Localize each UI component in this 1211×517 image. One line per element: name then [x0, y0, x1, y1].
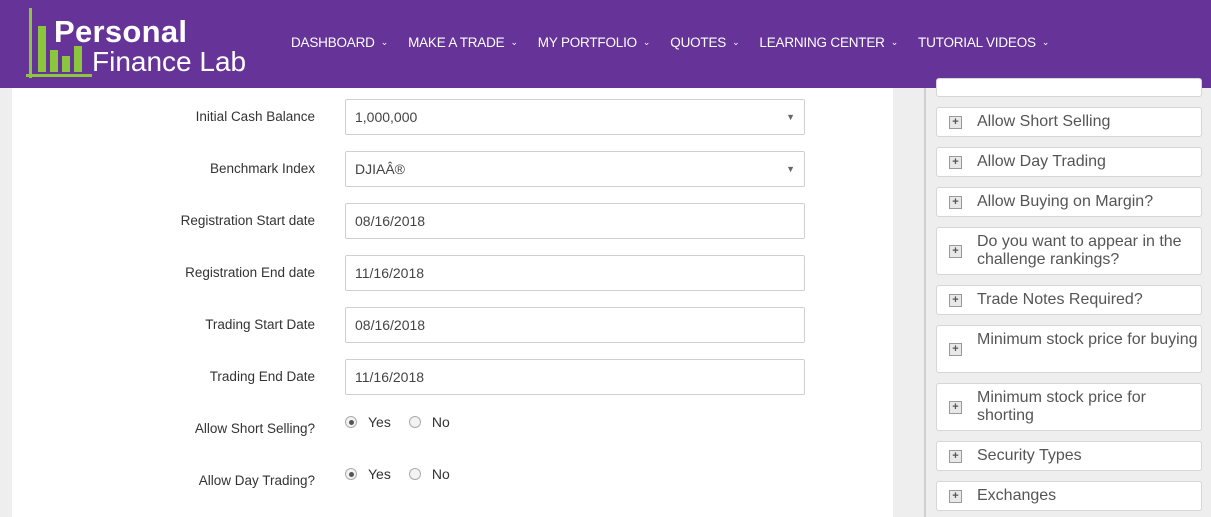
- benchmark-index-select[interactable]: DJIAÂ® ▼: [345, 151, 805, 187]
- short-selling-no-label[interactable]: No: [432, 414, 450, 430]
- nav-my-portfolio[interactable]: MY PORTFOLIO ⌄: [537, 33, 651, 51]
- accordion-label: Allow Day Trading: [977, 153, 1106, 170]
- chevron-down-icon: ⌄: [380, 36, 389, 47]
- nav-dashboard-label: DASHBOARD: [291, 34, 375, 50]
- nav-my-portfolio-label: MY PORTFOLIO: [537, 34, 637, 50]
- chevron-down-icon: ⌄: [510, 36, 518, 47]
- challenge-settings-form: Initial Cash Balance 1,000,000 ▼ Benchma…: [12, 88, 893, 517]
- accordion-item-allow-day-trading[interactable]: + Allow Day Trading: [936, 147, 1202, 177]
- caret-down-icon: ▼: [786, 164, 795, 174]
- benchmark-index-label: Benchmark Index: [209, 161, 315, 176]
- trading-start-value: 08/16/2018: [355, 317, 426, 333]
- chevron-down-icon: ⌄: [890, 36, 899, 47]
- nav-tutorial-videos[interactable]: TUTORIAL VIDEOS ⌄: [918, 33, 1049, 51]
- accordion-label: Allow Buying on Margin?: [977, 193, 1154, 210]
- accordion-item-partial[interactable]: [936, 78, 1202, 97]
- accordion-item-exchanges[interactable]: + Exchanges: [936, 481, 1202, 511]
- chevron-down-icon: ⌄: [732, 36, 740, 47]
- trading-start-input[interactable]: 08/16/2018: [345, 307, 805, 343]
- registration-start-label: Registration Start date: [180, 213, 315, 228]
- nav-quotes[interactable]: QUOTES ⌄: [670, 33, 739, 51]
- allow-short-selling-label: Allow Short Selling?: [194, 421, 315, 436]
- day-trading-radio-group: Yes No: [345, 466, 468, 482]
- nav-learning-center-label: LEARNING CENTER: [759, 34, 885, 50]
- short-selling-yes-label[interactable]: Yes: [368, 414, 391, 430]
- short-selling-radio-group: Yes No: [345, 414, 468, 430]
- nav-tutorial-videos-label: TUTORIAL VIDEOS: [918, 34, 1036, 50]
- caret-down-icon: ▼: [786, 112, 795, 122]
- trading-start-label: Trading Start Date: [205, 317, 315, 332]
- accordion-label: Exchanges: [977, 487, 1057, 504]
- nav-dashboard[interactable]: DASHBOARD ⌄: [291, 33, 388, 51]
- plus-box-icon: +: [949, 401, 962, 414]
- brand-line1: Personal: [54, 14, 188, 49]
- accordion-label: Security Types: [977, 447, 1082, 464]
- accordion-label: Do you want to appear in the challenge r…: [977, 233, 1182, 268]
- trading-end-input[interactable]: 11/16/2018: [345, 359, 805, 395]
- personal-finance-lab-logo[interactable]: Personal Finance Lab: [24, 6, 254, 82]
- registration-end-input[interactable]: 11/16/2018: [345, 255, 805, 291]
- day-trading-yes-label[interactable]: Yes: [368, 466, 391, 482]
- accordion-item-security-types[interactable]: + Security Types: [936, 441, 1202, 471]
- accordion-label: Allow Short Selling: [977, 113, 1111, 130]
- accordion-item-min-price-shorting[interactable]: + Minimum stock price for shorting: [936, 383, 1202, 431]
- registration-start-input[interactable]: 08/16/2018: [345, 203, 805, 239]
- plus-box-icon: +: [949, 450, 962, 463]
- plus-box-icon: +: [949, 156, 962, 169]
- nav-make-a-trade[interactable]: MAKE A TRADE ⌄: [408, 33, 518, 51]
- benchmark-index-value: DJIAÂ®: [355, 161, 405, 177]
- chevron-down-icon: ⌄: [642, 36, 651, 47]
- accordion-label: Trade Notes Required?: [977, 291, 1143, 308]
- short-selling-yes-radio[interactable]: [345, 416, 357, 428]
- initial-cash-label: Initial Cash Balance: [195, 109, 315, 124]
- short-selling-no-radio[interactable]: [408, 416, 421, 428]
- day-trading-no-radio[interactable]: [408, 468, 421, 480]
- trading-end-value: 11/16/2018: [355, 369, 425, 385]
- top-navbar: Personal Finance Lab DASHBOARD ⌄ MAKE A T…: [0, 0, 1211, 88]
- plus-box-icon: +: [949, 245, 962, 258]
- accordion-item-allow-buying-on-margin[interactable]: + Allow Buying on Margin?: [936, 187, 1202, 217]
- plus-box-icon: +: [949, 196, 962, 209]
- nav-make-a-trade-label: MAKE A TRADE: [408, 34, 505, 50]
- registration-end-label: Registration End date: [185, 265, 315, 280]
- nav-learning-center[interactable]: LEARNING CENTER ⌄: [759, 33, 898, 51]
- accordion-label: Minimum stock price for buying: [977, 331, 1198, 348]
- day-trading-yes-radio[interactable]: [345, 468, 357, 480]
- initial-cash-value: 1,000,000: [355, 109, 418, 125]
- registration-start-value: 08/16/2018: [355, 213, 426, 229]
- allow-day-trading-label: Allow Day Trading?: [198, 473, 315, 488]
- accordion-item-challenge-rankings[interactable]: + Do you want to appear in the challenge…: [936, 227, 1202, 275]
- plus-box-icon: +: [949, 116, 962, 129]
- registration-end-value: 11/16/2018: [355, 265, 425, 281]
- accordion-item-trade-notes-required[interactable]: + Trade Notes Required?: [936, 285, 1202, 315]
- plus-box-icon: +: [949, 294, 962, 307]
- accordion-item-allow-short-selling[interactable]: + Allow Short Selling: [936, 107, 1202, 137]
- nav-quotes-label: QUOTES: [670, 34, 727, 50]
- accordion-label: Minimum stock price for shorting: [977, 389, 1146, 424]
- initial-cash-select[interactable]: 1,000,000 ▼: [345, 99, 805, 135]
- sidebar-divider: [924, 88, 926, 517]
- accordion-item-min-price-buying[interactable]: + Minimum stock price for buying: [936, 325, 1202, 373]
- day-trading-no-label[interactable]: No: [432, 466, 450, 482]
- plus-box-icon: +: [949, 343, 962, 356]
- plus-box-icon: +: [949, 490, 962, 503]
- brand-line2: Finance Lab: [92, 46, 247, 77]
- trading-end-label: Trading End Date: [209, 369, 315, 384]
- chevron-down-icon: ⌄: [1041, 36, 1050, 47]
- main-nav: DASHBOARD ⌄ MAKE A TRADE ⌄ MY PORTFOLIO ⌄ Q…: [291, 33, 1069, 51]
